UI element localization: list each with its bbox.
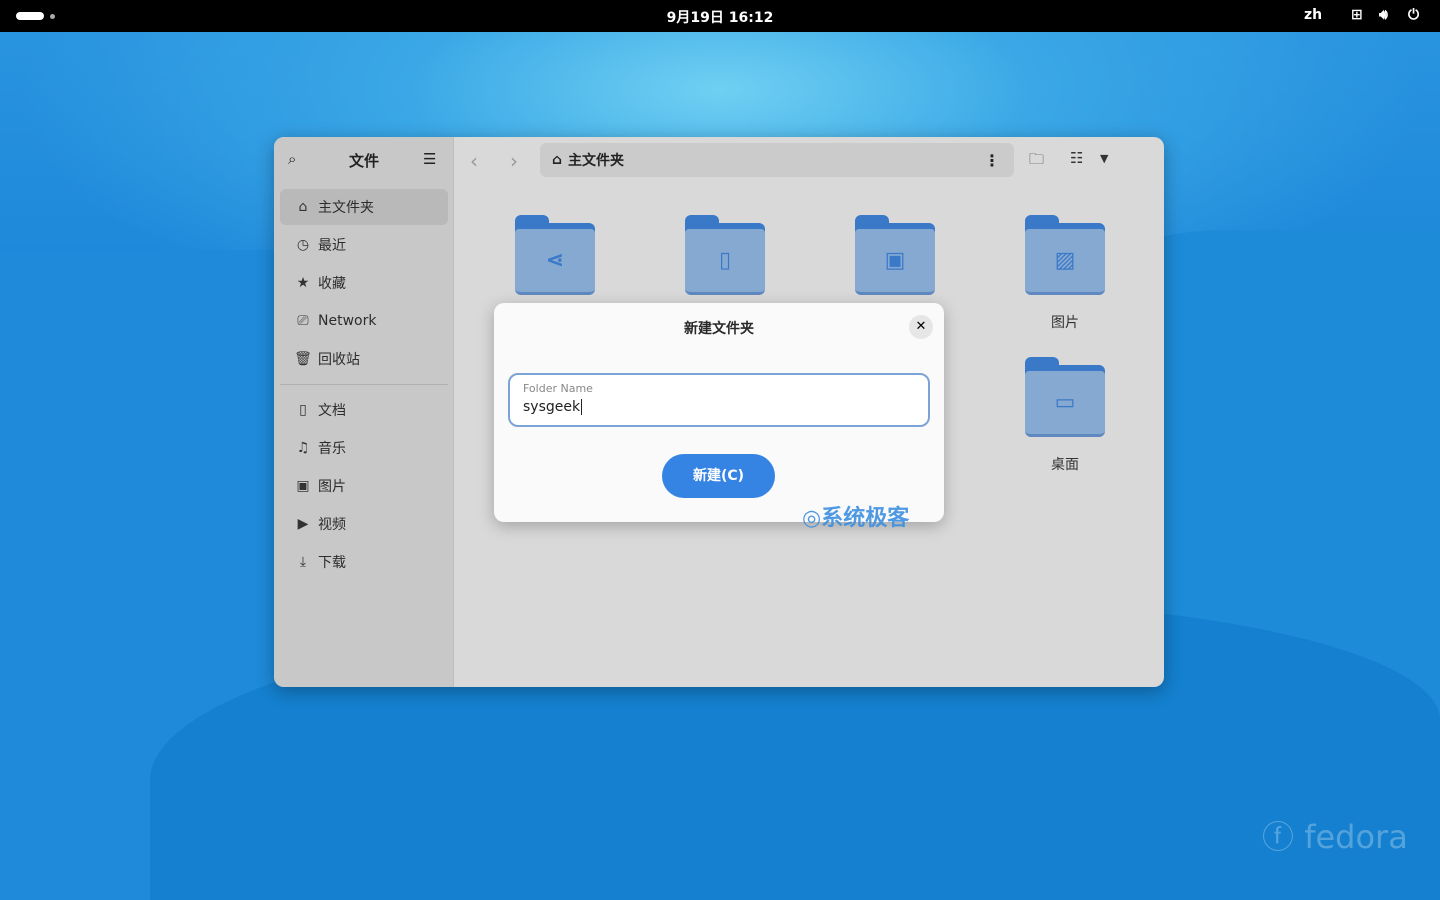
folder-name-label: Folder Name xyxy=(523,382,593,395)
sidebar-item-label: 最近 xyxy=(318,238,346,254)
clock-icon: ◷ xyxy=(296,237,310,253)
sidebar-item-recent[interactable]: ◷ 最近 xyxy=(280,227,448,263)
image-icon: ▣ xyxy=(296,478,310,494)
close-dialog-button[interactable]: ✕ xyxy=(909,315,933,339)
sidebar-item-label: 文档 xyxy=(318,403,346,419)
create-button[interactable]: 新建(C) xyxy=(662,454,775,498)
menu-icon[interactable]: ☰ xyxy=(423,150,436,168)
path-location: 主文件夹 xyxy=(568,153,625,169)
sidebar-item-label: 回收站 xyxy=(318,352,360,368)
sidebar-item-network[interactable]: ⎚ Network xyxy=(280,303,448,339)
video-icon: ▣ xyxy=(855,229,935,295)
network-icon: ⎚ xyxy=(297,313,309,329)
new-folder-dialog: 新建文件夹 ✕ Folder Name sysgeek 新建(C) xyxy=(494,303,944,522)
sidebar-item-label: 收藏 xyxy=(318,276,346,292)
sidebar-item-label: 视频 xyxy=(318,517,346,533)
sidebar-item-label: Network xyxy=(318,313,377,329)
network-icon[interactable]: ⊞ xyxy=(1351,7,1363,23)
watermark: ◎系统极客 xyxy=(802,506,910,531)
back-button[interactable]: ‹ xyxy=(470,149,478,173)
search-folder-icon[interactable]: 🗀 xyxy=(1029,149,1044,174)
folder-item[interactable]: ▨ xyxy=(1025,215,1105,297)
star-icon: ★ xyxy=(296,275,310,291)
volume-icon[interactable]: 🔊︎ xyxy=(1379,7,1388,23)
music-icon: ♫ xyxy=(296,440,310,456)
sidebar-item-label: 下载 xyxy=(318,555,346,571)
sidebar-item-downloads[interactable]: ⤓ 下载 xyxy=(280,544,448,580)
sidebar-item-videos[interactable]: ▶ 视频 xyxy=(280,506,448,542)
home-icon: ⌂ xyxy=(552,152,563,168)
folder-item[interactable]: ▣ xyxy=(855,215,935,297)
sidebar-item-label: 音乐 xyxy=(318,441,346,457)
folder-label: 桌面 xyxy=(1051,457,1079,473)
folder-item[interactable]: ▭ xyxy=(1025,357,1105,439)
path-bar[interactable]: ⌂ 主文件夹 ⋮ xyxy=(540,143,1014,177)
app-title: 文件 xyxy=(349,152,380,170)
folder-icon: ▭ xyxy=(1025,371,1105,437)
power-icon[interactable]: ⏻ xyxy=(1408,7,1419,23)
dialog-title: 新建文件夹 xyxy=(684,321,754,337)
trash-icon: 🗑︎ xyxy=(294,351,312,367)
image-icon: ▨ xyxy=(1025,229,1105,295)
folder-item[interactable]: ▯ xyxy=(685,215,765,297)
search-icon[interactable]: ⌕ xyxy=(288,150,296,168)
document-icon: ▯ xyxy=(685,229,765,295)
list-view-icon[interactable]: ☷ xyxy=(1070,149,1083,167)
sidebar-item-trash[interactable]: 🗑︎ 回收站 xyxy=(280,341,448,377)
download-icon: ⤓ xyxy=(299,554,307,570)
folder-name-value[interactable]: sysgeek xyxy=(523,399,583,415)
path-menu-icon[interactable]: ⋮ xyxy=(984,151,1000,170)
sidebar-item-music[interactable]: ♫ 音乐 xyxy=(280,430,448,466)
forward-button[interactable]: › xyxy=(510,149,518,173)
input-method-indicator[interactable]: zh xyxy=(1304,7,1322,23)
sidebar-item-pictures[interactable]: ▣ 图片 xyxy=(280,468,448,504)
sidebar-item-label: 主文件夹 xyxy=(318,200,374,216)
sidebar-divider xyxy=(280,384,448,385)
document-icon: ▯ xyxy=(299,402,307,418)
sidebar-item-starred[interactable]: ★ 收藏 xyxy=(280,265,448,301)
sidebar-item-home[interactable]: ⌂ 主文件夹 xyxy=(280,189,448,225)
top-bar: 9月19日 16:12 zh ⊞ 🔊︎ ⏻ xyxy=(0,0,1440,32)
folder-item[interactable]: ⋖ xyxy=(515,215,595,297)
video-icon: ▶ xyxy=(297,516,309,532)
sidebar: ⌕ 文件 ☰ ⌂ 主文件夹 ◷ 最近 ★ 收藏 ⎚ Network 🗑︎ 回收站 ▯ 文档 … xyxy=(274,137,454,687)
home-icon: ⌂ xyxy=(298,199,308,215)
fedora-logo: ⓕ fedora xyxy=(1262,818,1408,856)
share-icon: ⋖ xyxy=(515,229,595,295)
view-options-dropdown-icon[interactable]: ▼ xyxy=(1100,152,1108,165)
sidebar-item-label: 图片 xyxy=(318,479,346,495)
folder-label: 图片 xyxy=(1051,315,1079,331)
folder-name-input[interactable]: Folder Name sysgeek xyxy=(508,373,930,427)
clock[interactable]: 9月19日 16:12 xyxy=(0,7,1440,27)
sidebar-item-documents[interactable]: ▯ 文档 xyxy=(280,392,448,428)
